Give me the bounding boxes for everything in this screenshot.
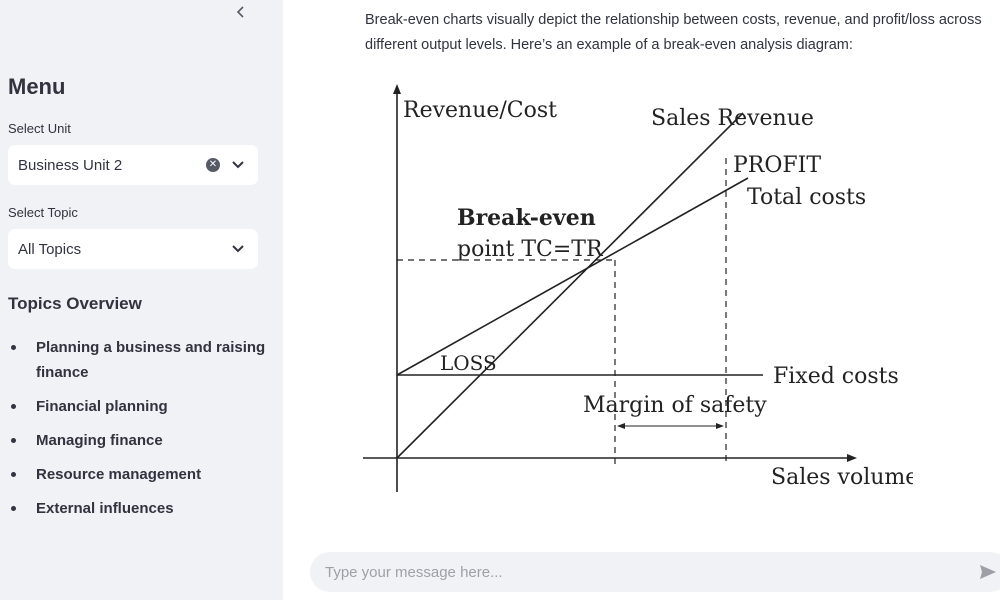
chat-input[interactable]	[325, 563, 1000, 581]
break-even-label-1: Break-even	[457, 205, 596, 231]
margin-arrow-left-head	[617, 423, 625, 429]
main-content: Break-even charts visually depict the re…	[283, 0, 1000, 600]
list-item: Managing finance	[8, 428, 273, 453]
profit-label: PROFIT	[733, 153, 821, 178]
margin-of-safety-label: Margin of safety	[583, 393, 767, 418]
loss-label: LOSS	[440, 351, 497, 375]
break-even-label-2: point TC=TR	[457, 237, 604, 262]
chevron-left-icon	[236, 6, 244, 18]
chevron-down-icon[interactable]	[230, 157, 246, 173]
y-axis-arrow	[393, 84, 401, 94]
list-item: External influences	[8, 496, 273, 521]
x-axis-arrow	[847, 454, 857, 462]
margin-arrow-right-head	[716, 423, 724, 429]
clear-icon[interactable]: ✕	[206, 158, 220, 172]
sidebar: Menu Select Unit Business Unit 2 ✕ Selec…	[0, 0, 283, 600]
list-item: Resource management	[8, 462, 273, 487]
select-topic-label: Select Topic	[8, 205, 78, 220]
unit-select-value: Business Unit 2	[18, 156, 123, 174]
topic-select-value: All Topics	[18, 240, 82, 258]
chevron-down-icon[interactable]	[230, 241, 246, 257]
topic-select[interactable]: All Topics	[8, 229, 258, 269]
fixed-costs-label: Fixed costs	[773, 364, 899, 389]
collapse-sidebar-button[interactable]	[230, 0, 252, 24]
total-costs-label: Total costs	[747, 185, 866, 210]
x-axis-label: Sales volume	[771, 465, 913, 490]
sales-revenue-label: Sales Revenue	[651, 106, 814, 131]
send-icon[interactable]	[978, 562, 998, 582]
select-unit-label: Select Unit	[8, 121, 71, 136]
menu-title: Menu	[8, 74, 66, 99]
intro-line-2: different output levels. Here’s an examp…	[365, 37, 853, 53]
intro-text: Break-even charts visually depict the re…	[365, 8, 1000, 58]
chat-input-bar	[310, 552, 1000, 592]
list-item: Planning a business and raising finance	[8, 335, 273, 385]
break-even-diagram: Revenue/Cost Sales Revenue PROFIT Total …	[363, 84, 913, 492]
list-item: Financial planning	[8, 394, 273, 419]
y-axis-label: Revenue/Cost	[403, 98, 557, 123]
unit-select[interactable]: Business Unit 2 ✕	[8, 145, 258, 185]
topics-list: Planning a business and raising finance …	[8, 335, 273, 530]
intro-line-1: Break-even charts visually depict the re…	[365, 12, 982, 28]
topics-overview-title: Topics Overview	[8, 294, 142, 313]
